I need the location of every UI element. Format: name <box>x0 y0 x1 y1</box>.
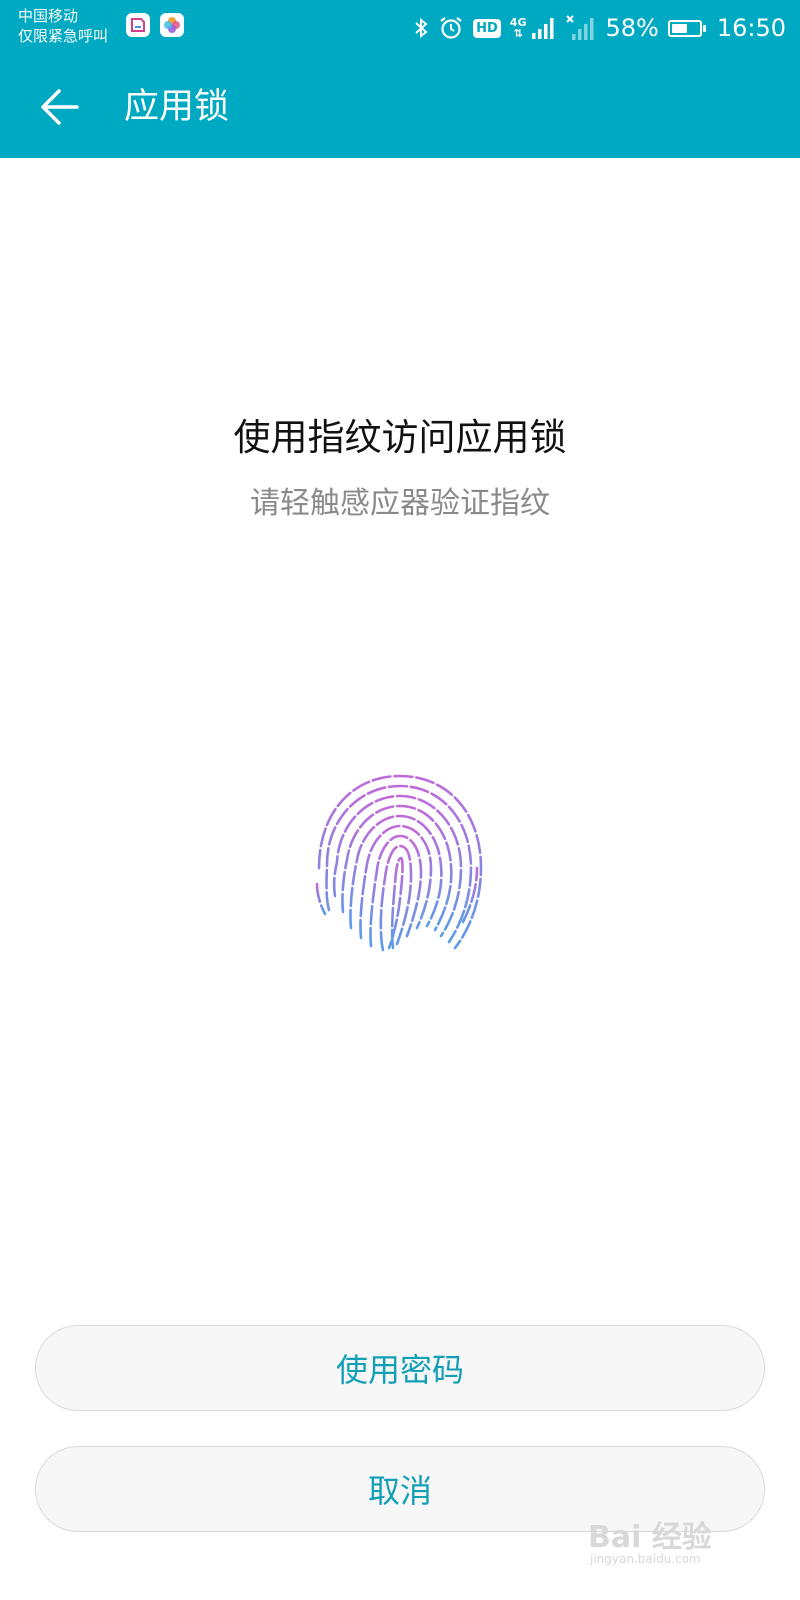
carrier-name: 中国移动 <box>18 7 79 25</box>
alarm-icon <box>440 17 462 39</box>
use-password-button[interactable]: 使用密码 <box>35 1325 765 1411</box>
fingerprint-prompt: 使用指纹访问应用锁 请轻触感应器验证指纹 使用密码 取消 Bai 经验 jing… <box>0 158 800 1600</box>
clock: 16:50 <box>716 14 786 42</box>
status-indicators: HD 4G ⇅ 58% 16:50 <box>413 10 786 46</box>
no-signal-icon <box>566 15 594 40</box>
watermark-logo: Bai 经验 jingyan.baidu.com <box>588 1512 738 1572</box>
watermark-url: jingyan.baidu.com <box>590 1552 701 1566</box>
carrier-info: 中国移动 仅限紧急呼叫 <box>18 6 108 46</box>
toolbar: 应用锁 <box>0 56 800 158</box>
network-type: 4G ⇅ <box>509 16 527 40</box>
status-bar: 中国移动 仅限紧急呼叫 HD 4G ⇅ 58% 16:50 <box>0 0 800 56</box>
back-button[interactable] <box>30 80 88 134</box>
app-notification-icon <box>126 13 150 37</box>
hd-badge: HD <box>473 18 501 38</box>
bluetooth-icon <box>415 17 428 39</box>
battery-icon <box>667 19 706 37</box>
emergency-text: 仅限紧急呼叫 <box>18 27 109 45</box>
gallery-notification-icon <box>160 13 184 37</box>
prompt-title: 使用指纹访问应用锁 <box>233 416 567 459</box>
notification-icons <box>126 13 184 37</box>
page-title: 应用锁 <box>124 87 230 127</box>
battery-percent: 58% <box>605 14 659 42</box>
fingerprint-icon <box>315 774 483 952</box>
prompt-subtitle: 请轻触感应器验证指纹 <box>250 486 550 521</box>
arrow-left-icon <box>41 89 79 125</box>
watermark-brand: Bai 经验 <box>588 1520 712 1555</box>
signal-icon <box>532 18 554 39</box>
